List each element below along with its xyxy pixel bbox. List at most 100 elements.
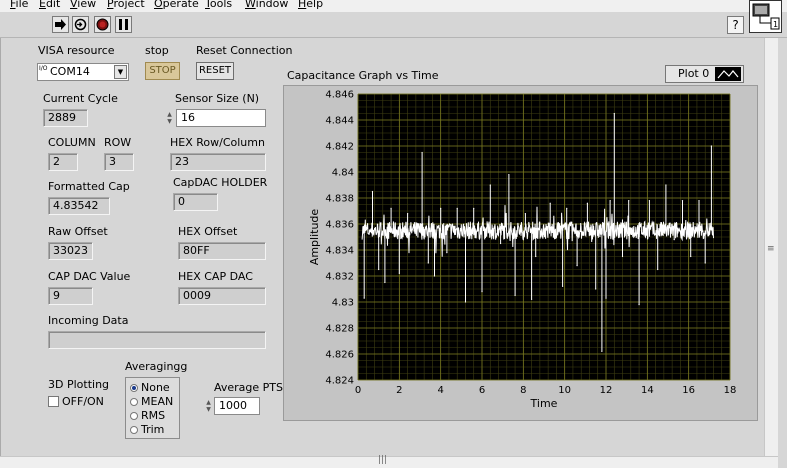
data-point-spike xyxy=(508,174,510,176)
radio-icon[interactable] xyxy=(130,425,138,434)
abort-button[interactable] xyxy=(94,16,111,33)
menu-file[interactable]: File xyxy=(10,0,28,10)
menu-operate[interactable]: Operate xyxy=(154,0,199,10)
data-point-spike xyxy=(576,265,578,267)
x-tick-label: 6 xyxy=(479,385,485,396)
x-tick-label: 18 xyxy=(724,385,737,396)
run-continuously-button[interactable] xyxy=(72,16,89,33)
data-point-spike xyxy=(481,291,483,293)
average-pts-label: Average PTS xyxy=(214,381,284,394)
help-button[interactable]: ? xyxy=(727,16,744,34)
data-point-spike xyxy=(407,213,409,215)
vi-connector-icon: 1 xyxy=(752,3,780,30)
data-point-spike xyxy=(417,236,419,238)
sensor-size-label: Sensor Size (N) xyxy=(175,92,260,105)
formatted-cap-indicator: 4.83542 xyxy=(48,197,110,215)
chevron-down-icon[interactable]: ▼ xyxy=(114,65,127,79)
menu-bar: File Edit View Project Operate Tools Win… xyxy=(0,0,787,12)
capacitance-graph: 0 2 4 6 8 10 12 14 16 18 4.824 4.826 4.828 4.83 4.832 4… xyxy=(283,85,758,421)
data-point-spike xyxy=(628,200,630,202)
data-point-spike xyxy=(704,262,706,264)
run-button[interactable] xyxy=(52,16,69,33)
y-tick-label: 4.844 xyxy=(325,116,354,127)
data-point-spike xyxy=(638,304,640,306)
menu-project[interactable]: Project xyxy=(107,0,145,10)
data-point-spike xyxy=(681,200,684,202)
radio-selected-icon[interactable] xyxy=(130,383,138,392)
increment-icon[interactable]: ▲ xyxy=(206,399,211,406)
stop-button[interactable]: STOP xyxy=(145,62,180,80)
pause-icon xyxy=(119,19,128,30)
averaging-option-mean[interactable]: MEAN xyxy=(130,395,173,408)
average-pts-stepper[interactable]: ▲ ▼ xyxy=(204,397,213,415)
incoming-data-label: Incoming Data xyxy=(48,314,129,327)
cap-dac-value-label: CAP DAC Value xyxy=(48,270,131,283)
data-point-spike xyxy=(566,207,568,209)
data-point-spike xyxy=(440,207,442,209)
increment-icon[interactable]: ▲ xyxy=(167,111,172,118)
data-point-spike xyxy=(421,151,423,154)
data-point-spike xyxy=(390,207,392,209)
averaging-option-none[interactable]: None xyxy=(130,381,170,394)
menu-view[interactable]: View xyxy=(70,0,96,10)
menu-help[interactable]: Help xyxy=(298,0,323,10)
raw-offset-indicator: 33023 xyxy=(48,242,93,260)
3d-plotting-checkbox[interactable] xyxy=(48,396,59,407)
decrement-icon[interactable]: ▼ xyxy=(167,118,172,125)
menu-tools[interactable]: Tools xyxy=(205,0,232,10)
hex-row-column-label: HEX Row/Column xyxy=(170,136,265,149)
data-point-spike xyxy=(384,281,386,284)
x-tick-label: 12 xyxy=(600,385,613,396)
capacitance-chart[interactable]: 0 2 4 6 8 10 12 14 16 18 4.824 4.826 4.828 4.83 4.832 4… xyxy=(284,86,759,422)
radio-icon[interactable] xyxy=(130,397,138,406)
plot-legend[interactable]: Plot 0 xyxy=(665,65,744,83)
y-tick-label: 4.846 xyxy=(325,90,354,101)
vi-icon[interactable]: 1 xyxy=(749,0,782,33)
data-point-spike xyxy=(605,297,607,299)
averaging-option-trim[interactable]: Trim xyxy=(130,423,164,436)
horizontal-scrollbar[interactable]: ||| xyxy=(0,455,778,468)
x-axis-label: Time xyxy=(530,397,558,410)
radio-icon[interactable] xyxy=(130,411,138,420)
plot-line-style-icon[interactable] xyxy=(715,67,741,81)
formatted-cap-label: Formatted Cap xyxy=(48,180,130,193)
x-tick-label: 4 xyxy=(437,385,443,396)
reset-button[interactable]: RESET xyxy=(196,62,234,80)
column-label: COLUMN xyxy=(48,136,96,149)
scroll-grip-icon[interactable]: ≡ xyxy=(767,244,775,254)
column-indicator: 2 xyxy=(48,153,78,171)
pause-button[interactable] xyxy=(115,16,132,33)
data-point-spike xyxy=(433,275,436,277)
y-axis-label: Amplitude xyxy=(308,209,321,266)
hex-offset-label: HEX Offset xyxy=(178,225,238,238)
decrement-icon[interactable]: ▼ xyxy=(206,406,211,413)
cap-dac-value-indicator: 9 xyxy=(48,287,93,305)
data-point-spike xyxy=(489,184,491,186)
sensor-size-input[interactable]: 16 xyxy=(176,109,266,127)
y-tick-label: 4.836 xyxy=(325,220,354,231)
vertical-scrollbar[interactable]: ≡ xyxy=(764,38,778,456)
visa-resource-select[interactable]: I/O COM14 ▼ xyxy=(37,63,129,81)
x-tick-label: 10 xyxy=(558,385,571,396)
sensor-size-stepper[interactable]: ▲ ▼ xyxy=(165,109,174,127)
menu-window[interactable]: Window xyxy=(245,0,288,10)
data-point-spike xyxy=(456,207,458,209)
data-point-spike xyxy=(698,200,700,202)
averaging-option-rms[interactable]: RMS xyxy=(130,409,165,422)
hex-row-column-indicator: 23 xyxy=(170,153,266,171)
data-point-spike xyxy=(427,262,429,264)
menu-edit[interactable]: Edit xyxy=(39,0,60,10)
y-tick-label: 4.834 xyxy=(325,246,354,257)
data-point-spike xyxy=(446,252,448,254)
graph-title: Capacitance Graph vs Time xyxy=(287,69,439,82)
y-tick-label: 4.832 xyxy=(325,272,354,283)
hex-cap-dac-indicator: 0009 xyxy=(178,287,266,305)
data-point-spike xyxy=(657,268,659,271)
data-point-spike xyxy=(621,255,624,258)
average-pts-input[interactable]: 1000 xyxy=(214,397,260,415)
y-tick-label: 4.828 xyxy=(325,324,354,335)
scroll-grip-icon[interactable]: ||| xyxy=(378,455,387,465)
data-point-spike xyxy=(535,255,537,258)
data-point-spike xyxy=(398,272,400,274)
visa-io-icon: I/O xyxy=(39,65,48,72)
